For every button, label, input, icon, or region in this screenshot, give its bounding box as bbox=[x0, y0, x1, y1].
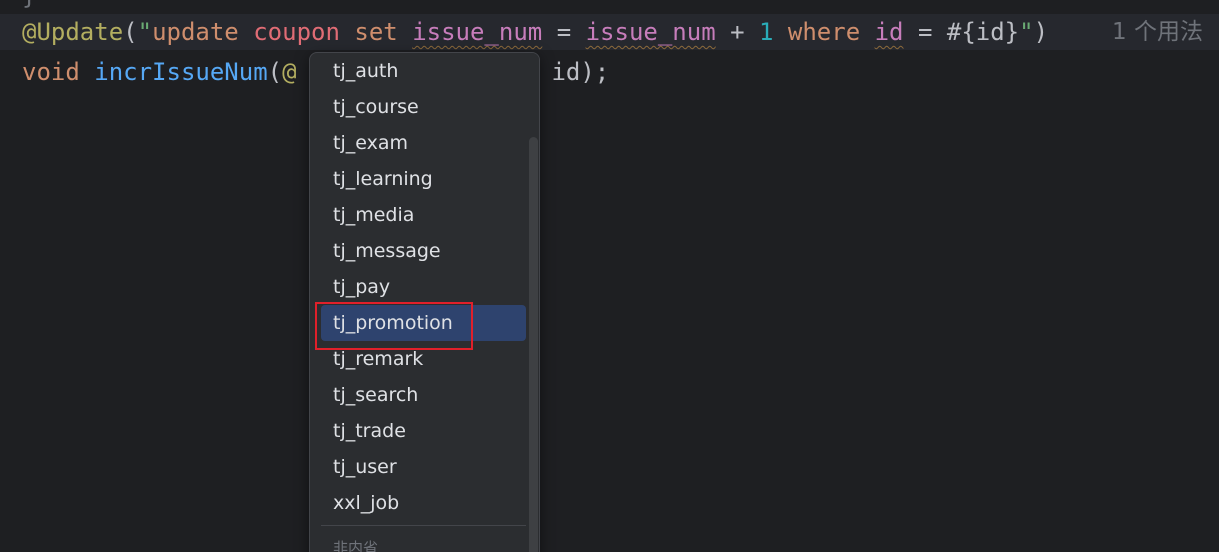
code-line-annotation[interactable]: @Update("update coupon set issue_num = i… bbox=[0, 14, 1219, 50]
completion-item[interactable]: xxl_job bbox=[321, 485, 526, 521]
quote-token: " bbox=[1019, 18, 1034, 46]
sql-number: 1 bbox=[759, 18, 774, 46]
sql-operator-eq: = bbox=[556, 18, 572, 46]
method-name: incrIssueNum bbox=[94, 58, 268, 86]
popup-scrollbar[interactable] bbox=[526, 53, 539, 552]
annotation-token: @Update bbox=[22, 18, 124, 46]
paren-token: ( bbox=[267, 58, 283, 86]
completion-item[interactable]: tj_pay bbox=[321, 269, 526, 305]
sql-table-name: coupon bbox=[253, 18, 340, 46]
completion-item[interactable]: tj_trade bbox=[321, 413, 526, 449]
popup-group-label: 非内省 bbox=[333, 539, 379, 552]
completion-item[interactable]: tj_user bbox=[321, 449, 526, 485]
sql-operator-plus: + bbox=[730, 18, 745, 46]
quote-token: " bbox=[137, 18, 153, 46]
keyword-void: void bbox=[22, 58, 80, 86]
paren-token: ) bbox=[1033, 18, 1049, 46]
completion-item[interactable]: tj_course bbox=[321, 89, 526, 125]
popup-scrollbar-thumb[interactable] bbox=[529, 137, 538, 552]
code-editor[interactable]: } @Update("update coupon set issue_num =… bbox=[0, 0, 1219, 552]
popup-separator bbox=[321, 525, 526, 526]
sql-keyword-set: set bbox=[354, 18, 398, 46]
completion-item[interactable]: tj_learning bbox=[321, 161, 526, 197]
completion-item[interactable]: tj_remark bbox=[321, 341, 526, 377]
completion-item[interactable]: tj_media bbox=[321, 197, 526, 233]
annotation-at-token: @ bbox=[282, 58, 297, 86]
completion-item[interactable]: tj_message bbox=[321, 233, 526, 269]
sql-column-id: id bbox=[874, 18, 904, 46]
sql-operator-eq: = bbox=[917, 18, 933, 46]
completion-item[interactable]: tj_auth bbox=[321, 53, 526, 89]
paren-token: ( bbox=[123, 18, 138, 46]
completion-item[interactable]: tj_search bbox=[321, 377, 526, 413]
sql-keyword-update: update bbox=[152, 18, 239, 46]
sql-placeholder: #{id} bbox=[946, 18, 1020, 46]
usage-count-hint[interactable]: 1 个用法 bbox=[1112, 14, 1203, 50]
sql-column-issue-num: issue_num bbox=[412, 18, 543, 46]
sql-keyword-where: where bbox=[787, 18, 861, 46]
completion-item[interactable]: tj_exam bbox=[321, 125, 526, 161]
completion-item-selected[interactable]: tj_promotion bbox=[321, 305, 526, 341]
schema-completion-popup[interactable]: tj_auth tj_course tj_exam tj_learning tj… bbox=[309, 52, 540, 552]
sql-column-issue-num: issue_num bbox=[585, 18, 716, 46]
previous-line-fragment: } bbox=[22, 0, 36, 10]
